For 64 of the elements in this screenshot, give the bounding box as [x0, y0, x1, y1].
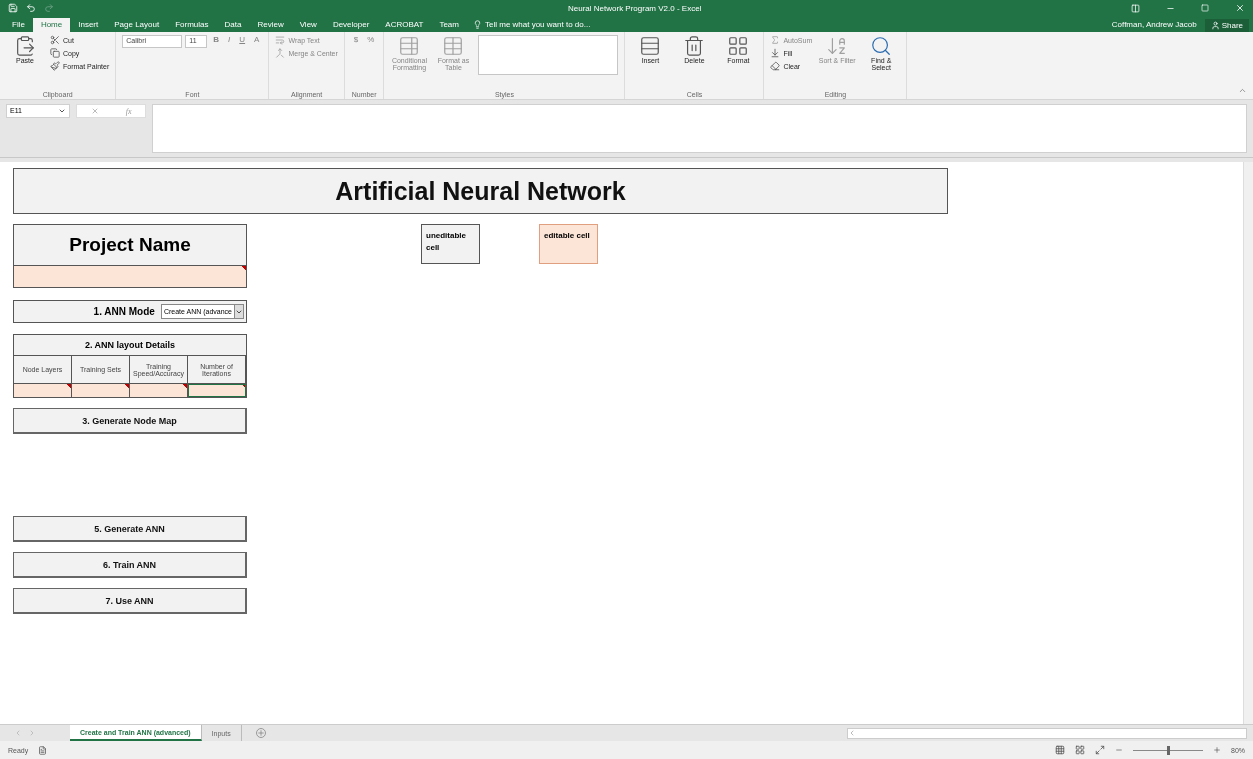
- mode-label: 1. ANN Mode: [93, 306, 155, 317]
- close-icon[interactable]: [1235, 3, 1245, 13]
- ribbon-tab[interactable]: Team: [431, 18, 467, 32]
- ribbon-tab[interactable]: Home: [32, 18, 71, 32]
- collapse-icon[interactable]: [1238, 86, 1247, 95]
- insert-function-button[interactable]: fx: [125, 106, 132, 116]
- user-name: Coffman, Andrew Jacob: [1110, 20, 1198, 31]
- table-icon: [398, 35, 421, 57]
- search-icon: [870, 35, 893, 57]
- wrap-icon: [275, 35, 286, 45]
- trash-icon: [683, 35, 706, 57]
- ribbon-tab[interactable]: File: [4, 18, 33, 32]
- undo-icon[interactable]: [26, 3, 36, 13]
- add-sheet-icon[interactable]: [255, 728, 266, 738]
- sigma-icon: [770, 35, 781, 45]
- tell-me-field[interactable]: Tell me what you want to do...: [485, 20, 591, 29]
- ribbon-tab[interactable]: Formulas: [167, 18, 217, 32]
- grid-icon: [727, 35, 750, 57]
- project-name-field[interactable]: [13, 265, 247, 288]
- input-cell[interactable]: [188, 383, 246, 397]
- input-cell[interactable]: [130, 383, 188, 397]
- copy-icon: [50, 48, 60, 58]
- zoom-in-icon[interactable]: [1213, 746, 1221, 754]
- formula-field[interactable]: [152, 104, 1247, 153]
- editable-legend: editable cell: [539, 224, 598, 264]
- page-layout-icon[interactable]: [1075, 745, 1085, 755]
- table-icon: [442, 35, 465, 57]
- share-button[interactable]: Share: [1204, 19, 1249, 32]
- step-button[interactable]: 5. Generate ANN: [13, 516, 247, 542]
- normal-view-icon[interactable]: [1055, 745, 1065, 755]
- clipboard-icon: [14, 35, 36, 57]
- ribbon-display-icon[interactable]: [1131, 3, 1140, 13]
- sheet-title: Artificial Neural Network: [13, 168, 948, 214]
- input-cell[interactable]: [14, 383, 72, 397]
- ribbon-tab[interactable]: ACROBAT: [377, 18, 432, 32]
- ribbon-tab[interactable]: View: [291, 18, 325, 32]
- caret-icon: [58, 107, 66, 115]
- paintbrush-icon: [50, 61, 60, 71]
- horizontal-scrollbar[interactable]: [847, 727, 1247, 739]
- formula-buttons[interactable]: fx: [76, 104, 146, 118]
- step-button[interactable]: 7. Use ANN: [13, 588, 247, 614]
- ribbon-tab[interactable]: Page Layout: [106, 18, 168, 32]
- ribbon-tab[interactable]: Insert: [70, 18, 107, 32]
- window-title: Neural Network Program V2.0 - Excel: [568, 3, 703, 13]
- ribbon-tab[interactable]: Review: [249, 18, 292, 32]
- merge-icon: [275, 48, 286, 58]
- ribbon-tab[interactable]: Data: [216, 18, 250, 32]
- restore-icon[interactable]: [1201, 4, 1209, 12]
- save-icon[interactable]: [8, 3, 18, 13]
- eraser-icon: [770, 61, 781, 71]
- step-button[interactable]: 6. Train ANN: [13, 552, 247, 578]
- arrow-down-icon: [770, 48, 781, 58]
- layout-heading: 2. ANN layout Details: [14, 335, 246, 356]
- vertical-scrollbar[interactable]: [1243, 162, 1253, 724]
- uneditable-legend: uneditable cell: [421, 224, 480, 264]
- rows-icon: [639, 35, 662, 57]
- zoom-thumb[interactable]: [1167, 745, 1170, 755]
- input-cell[interactable]: [72, 383, 130, 397]
- scissors-icon: [50, 35, 60, 45]
- project-name-heading: Project Name: [13, 224, 247, 265]
- step-button[interactable]: 3. Generate Node Map: [13, 408, 247, 434]
- person-icon: [1210, 21, 1220, 30]
- ribbon-tab[interactable]: Developer: [324, 18, 378, 32]
- lightbulb-icon: [473, 20, 482, 29]
